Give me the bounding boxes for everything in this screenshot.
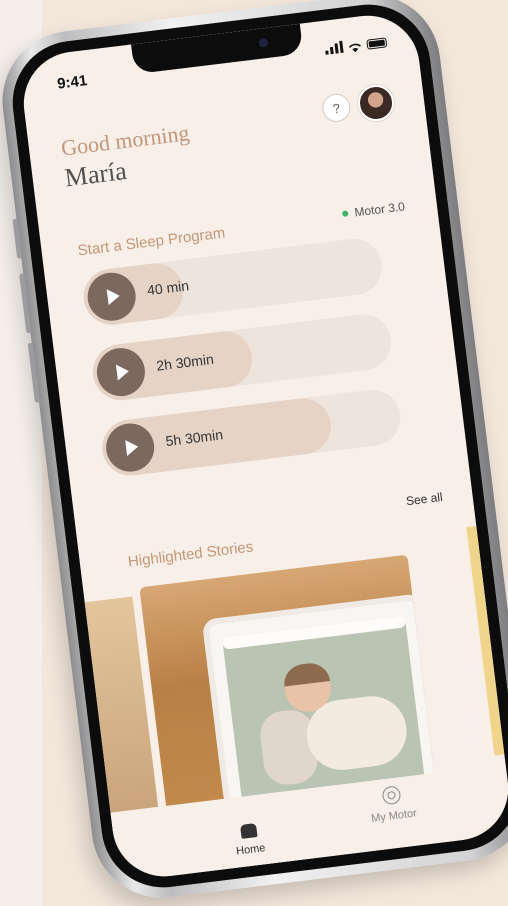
see-all-link[interactable]: See all bbox=[405, 490, 443, 508]
status-time: 9:41 bbox=[56, 72, 89, 93]
sleep-program-title: Start a Sleep Program bbox=[76, 224, 227, 260]
camera-icon bbox=[258, 37, 269, 48]
online-dot-icon bbox=[342, 210, 349, 217]
tab-my-motor[interactable]: My Motor bbox=[368, 784, 418, 825]
device-status: Motor 3.0 bbox=[342, 199, 406, 221]
sleep-program-item[interactable]: 5h 30min bbox=[98, 386, 404, 479]
tab-home[interactable]: Home bbox=[233, 822, 267, 858]
status-icons bbox=[324, 35, 388, 55]
greeting: Good morning bbox=[59, 120, 191, 161]
side-button bbox=[19, 273, 32, 334]
sleep-program-item[interactable]: 2h 30min bbox=[89, 311, 395, 404]
phone-bezel: 9:41 Good morning María ? Start a Sleep … bbox=[5, 0, 508, 895]
help-button[interactable]: ? bbox=[320, 92, 352, 124]
phone-frame: 9:41 Good morning María ? Start a Sleep … bbox=[0, 0, 508, 906]
tab-home-label: Home bbox=[235, 842, 267, 858]
motor-icon bbox=[381, 785, 402, 806]
signal-icon bbox=[324, 40, 344, 55]
side-button bbox=[12, 218, 23, 259]
wifi-icon bbox=[347, 39, 362, 53]
battery-icon bbox=[366, 37, 388, 50]
phone-mockup: 9:41 Good morning María ? Start a Sleep … bbox=[0, 0, 508, 906]
app-screen: 9:41 Good morning María ? Start a Sleep … bbox=[17, 9, 508, 883]
user-name: María bbox=[63, 156, 129, 193]
home-indicator bbox=[253, 862, 384, 883]
avatar[interactable] bbox=[355, 82, 397, 124]
home-icon bbox=[239, 823, 258, 839]
highlighted-stories-title: Highlighted Stories bbox=[127, 538, 255, 571]
notch bbox=[131, 23, 304, 75]
tab-my-motor-label: My Motor bbox=[370, 807, 418, 825]
story-card[interactable] bbox=[139, 554, 436, 816]
device-label: Motor 3.0 bbox=[353, 199, 406, 220]
side-button bbox=[27, 342, 40, 403]
story-card-partial[interactable] bbox=[466, 525, 505, 756]
